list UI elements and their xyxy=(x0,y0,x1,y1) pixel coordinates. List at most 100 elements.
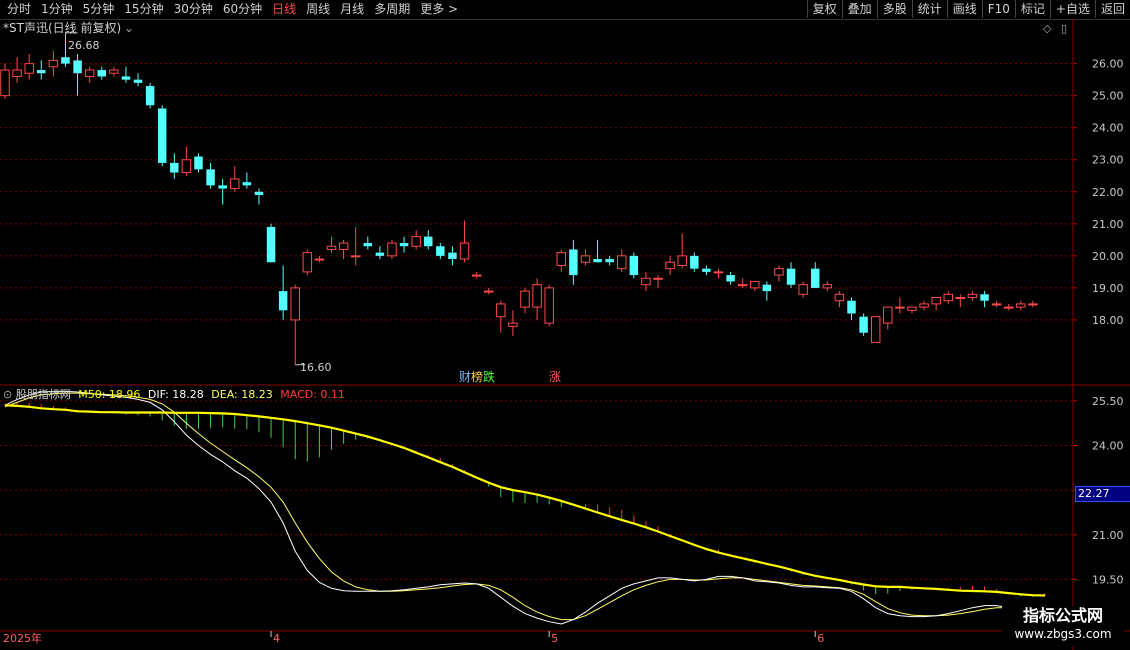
candle-body xyxy=(399,243,409,247)
candle-body xyxy=(580,255,591,263)
candle-body xyxy=(48,59,59,68)
candle-body xyxy=(350,255,361,258)
candle-body xyxy=(121,76,131,80)
candle-body xyxy=(1016,303,1026,308)
candle-body xyxy=(326,245,337,250)
candle-body xyxy=(605,259,614,263)
candle-body xyxy=(73,60,82,74)
candle-body xyxy=(532,284,542,308)
candle-body xyxy=(629,255,639,276)
candle-body xyxy=(544,287,554,324)
candle-body xyxy=(459,242,470,260)
candle-body xyxy=(375,252,385,256)
event-mark-rise[interactable]: 涨 xyxy=(549,370,561,384)
x-axis-label: 5 xyxy=(551,632,558,645)
candle-body xyxy=(822,284,833,289)
candle-body xyxy=(1028,303,1038,306)
candle-body xyxy=(870,316,881,343)
dif-value: DIF: 18.28 xyxy=(147,388,204,401)
candle-body xyxy=(133,79,143,83)
candle-body xyxy=(520,290,530,308)
main-y-tick-label: 20.00 xyxy=(1092,250,1124,263)
candle-body xyxy=(593,259,602,263)
candle-body xyxy=(834,293,845,302)
candle-body xyxy=(786,268,796,285)
stock-chart-canvas: 26.00 25.00 24.00 23.00 22.00 21.00 20.00 19.00… xyxy=(0,19,1130,650)
candle-body xyxy=(170,162,179,173)
candle-body xyxy=(919,303,929,308)
candle-body xyxy=(895,306,905,309)
dea-value: DEA: 18.23 xyxy=(211,388,273,401)
candle-body xyxy=(907,306,917,311)
candle-body xyxy=(242,182,252,186)
watermark-url: www.zbgs3.com xyxy=(1014,627,1112,641)
high-price-label: 26.68 xyxy=(68,39,100,52)
stock-title: *ST声迅(日线 前复权) xyxy=(3,21,122,35)
chevron-down-icon[interactable]: ⌄ xyxy=(124,22,134,35)
current-value-marker: 22.27 xyxy=(1075,486,1130,502)
indicator-y-tick-label: 24.00 xyxy=(1092,440,1124,453)
candle-body xyxy=(677,255,687,266)
x-axis-label: 2025年 xyxy=(3,631,42,645)
candle-body xyxy=(690,255,699,269)
indicator-y-tick-label: 21.00 xyxy=(1092,529,1124,542)
candle-body xyxy=(931,297,941,305)
candle-body xyxy=(314,258,325,261)
candle-body xyxy=(955,297,966,299)
candle-body xyxy=(84,69,95,77)
event-mark-fall[interactable]: 跌 xyxy=(483,370,495,384)
main-y-tick-label: 18.00 xyxy=(1092,314,1124,327)
candle-body xyxy=(424,236,433,247)
candle-body xyxy=(61,57,70,64)
event-mark-rank[interactable]: 榜 xyxy=(471,370,483,384)
candle-body xyxy=(411,236,421,247)
candle-body xyxy=(12,69,22,77)
indicator-y-tick-label: 25.50 xyxy=(1092,395,1124,408)
candle-body xyxy=(847,300,856,314)
candle-body xyxy=(726,275,735,282)
m50-value: M50: 18.96 xyxy=(78,388,141,401)
main-y-tick-label: 21.00 xyxy=(1092,218,1124,231)
candle-body xyxy=(859,316,868,333)
candle-body xyxy=(737,284,748,287)
candle-body xyxy=(471,274,482,277)
candle-body xyxy=(496,303,506,318)
low-price-label: 16.60 xyxy=(300,361,332,374)
candle-body xyxy=(109,69,119,74)
candle-body xyxy=(218,185,227,189)
candle-body xyxy=(713,271,724,274)
candle-body xyxy=(665,261,675,270)
indicator-name: 股朋指标网 xyxy=(15,388,71,401)
main-y-tick-label: 22.00 xyxy=(1092,186,1124,199)
event-mark-finance[interactable]: 财 xyxy=(459,370,471,384)
candle-body xyxy=(37,70,46,74)
candle-body xyxy=(811,268,820,288)
x-axis-label: 4 xyxy=(273,632,280,645)
candle-body xyxy=(24,63,34,74)
diamond-icon[interactable]: ◇ xyxy=(1043,22,1051,35)
candle-body xyxy=(943,293,953,302)
main-y-tick-label: 26.00 xyxy=(1092,58,1124,71)
candle-body xyxy=(508,322,518,327)
candle-body xyxy=(181,159,192,174)
main-y-tick-label: 24.00 xyxy=(1092,122,1124,135)
panel-toggle-icon[interactable]: ▯ xyxy=(1061,22,1067,35)
candle-body xyxy=(145,86,155,106)
candle-body xyxy=(363,243,373,247)
candle-body xyxy=(798,284,808,295)
candle-body xyxy=(266,227,276,263)
candle-body xyxy=(338,242,349,250)
indicator-menu-icon[interactable]: ⊙ xyxy=(3,388,12,401)
macd-value: MACD: 0.11 xyxy=(280,388,345,401)
candle-body xyxy=(206,169,215,186)
candle-body xyxy=(762,284,772,292)
candle-body xyxy=(883,306,893,324)
main-y-tick-label: 23.00 xyxy=(1092,154,1124,167)
main-y-tick-label: 19.00 xyxy=(1092,282,1124,295)
dif-line xyxy=(4,390,1046,625)
event-mark-rise-wrap: 涨 xyxy=(549,371,561,384)
candle-body xyxy=(569,249,578,276)
candle-body xyxy=(980,294,989,301)
candle-body xyxy=(702,268,711,272)
candle-body xyxy=(230,178,240,190)
